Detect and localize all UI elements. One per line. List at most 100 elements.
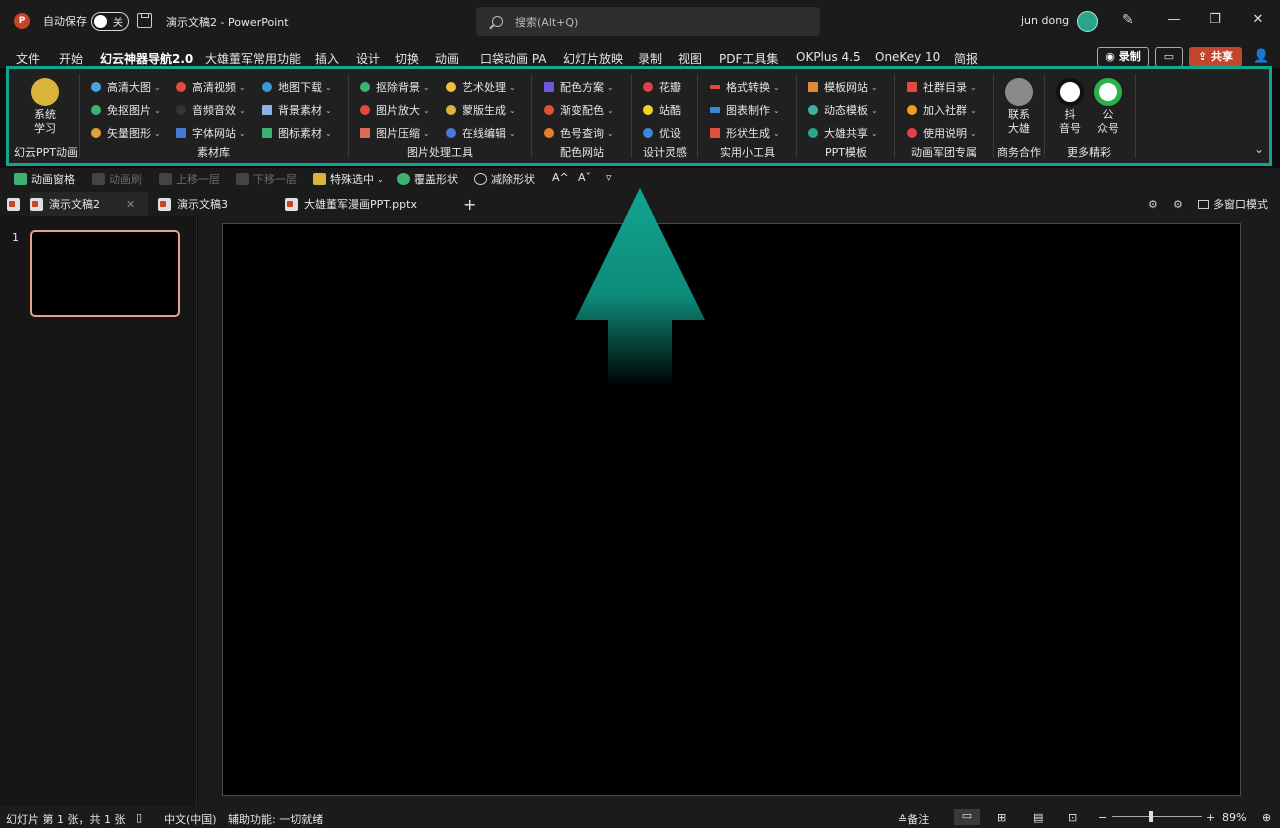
cover-shape-button[interactable]: 覆盖形状 (397, 171, 458, 187)
tab-doc2[interactable]: 演示文稿2 ✕ (30, 192, 148, 216)
chart-make-button[interactable]: 图表制作 ⌄ (710, 102, 780, 118)
save-icon[interactable] (137, 13, 152, 28)
translate-icon[interactable]: ⚙ (1148, 192, 1158, 216)
color-query-button[interactable]: 色号查询 ⌄ (544, 125, 614, 141)
menu-huanyun[interactable]: 幻云神器导航2.0 (100, 50, 193, 67)
menu-view[interactable]: 视图 (678, 50, 702, 67)
menu-insert[interactable]: 插入 (315, 50, 339, 67)
gradient-button[interactable]: 渐变配色 ⌄ (544, 102, 614, 118)
qat-more-button[interactable]: ▿ (606, 171, 612, 184)
normal-view-icon[interactable]: ▭ (954, 809, 980, 825)
slide-sorter-icon[interactable]: ⊞ (997, 811, 1006, 824)
slide-thumbnail[interactable] (30, 230, 180, 317)
menu-record[interactable]: 录制 (638, 50, 662, 67)
tab-close-icon[interactable]: ✕ (126, 198, 135, 211)
animation-painter-button[interactable]: 动画刷 (92, 171, 142, 187)
zoom-out-button[interactable]: − (1098, 811, 1107, 824)
menu-home[interactable]: 开始 (59, 50, 83, 67)
minimize-icon[interactable]: — (1166, 12, 1182, 28)
daxiong-share-button[interactable]: 大雄共享 ⌄ (808, 125, 878, 141)
icon-assets-button[interactable]: 图标素材 ⌄ (262, 125, 332, 141)
share-button[interactable]: ⇪ 共享 (1189, 47, 1242, 67)
fit-to-window-icon[interactable]: ⊕ (1262, 811, 1271, 824)
slide-canvas[interactable] (222, 223, 1241, 796)
person-icon[interactable]: 👤 (1253, 49, 1269, 64)
usage-guide-button[interactable]: 使用说明 ⌄ (907, 125, 977, 141)
tab-list-icon[interactable] (7, 192, 26, 216)
accessibility-status[interactable]: 辅助功能: 一切就绪 (228, 811, 323, 827)
notes-button[interactable]: ≙备注 (898, 811, 929, 827)
reading-view-icon[interactable]: ▤ (1033, 811, 1043, 824)
format-convert-button[interactable]: 格式转换 ⌄ (710, 79, 780, 95)
wechat-official-button[interactable]: 公 众号 (1094, 78, 1122, 136)
color-scheme-button[interactable]: 配色方案 ⌄ (544, 79, 614, 95)
dynamic-template-button[interactable]: 动态模板 ⌄ (808, 102, 878, 118)
add-tab-button[interactable]: + (463, 192, 476, 216)
uisdc-button[interactable]: 优设 (643, 125, 681, 141)
multi-window-button[interactable]: 多窗口模式 (1198, 192, 1268, 216)
shape-gen-button[interactable]: 形状生成 ⌄ (710, 125, 780, 141)
online-edit-button[interactable]: 在线编辑 ⌄ (446, 125, 516, 141)
system-learn-button[interactable]: 系统 学习 (28, 78, 62, 136)
menu-brief[interactable]: 简报 (954, 50, 978, 67)
upscale-button[interactable]: 图片放大 ⌄ (360, 102, 430, 118)
menu-animations[interactable]: 动画 (435, 50, 459, 67)
usage-guide-label: 使用说明 (923, 127, 967, 140)
user-avatar[interactable] (1077, 11, 1098, 32)
menu-slideshow[interactable]: 幻灯片放映 (563, 50, 623, 67)
hd-images-button[interactable]: 高清大图 ⌄ (91, 79, 161, 95)
contact-daxiong-button[interactable]: 联系 大雄 (1003, 78, 1035, 136)
zoom-level[interactable]: 89% (1222, 811, 1246, 824)
zoom-slider-thumb[interactable] (1149, 811, 1153, 822)
comment-icon[interactable]: ▭ (1155, 47, 1183, 67)
menu-file[interactable]: 文件 (16, 50, 40, 67)
map-download-button[interactable]: 地图下载 ⌄ (262, 79, 332, 95)
join-community-button[interactable]: 加入社群 ⌄ (907, 102, 977, 118)
cutout-images-button[interactable]: 免抠图片 ⌄ (91, 102, 161, 118)
slideshow-icon[interactable]: ⊡ (1068, 811, 1077, 824)
special-select-button[interactable]: 特殊选中 ⌄ (313, 171, 384, 187)
tab-doc3[interactable]: 演示文稿3 (158, 192, 228, 216)
bring-forward-button[interactable]: 上移一层 (159, 171, 220, 187)
mask-gen-button[interactable]: 蒙版生成 ⌄ (446, 102, 516, 118)
art-process-button[interactable]: 艺术处理 ⌄ (446, 79, 516, 95)
restore-icon[interactable]: ❐ (1207, 12, 1223, 28)
settings-icon[interactable]: ⚙ (1173, 192, 1183, 216)
menu-daxiong[interactable]: 大雄董军常用功能 (205, 50, 301, 67)
menu-pocket-animation[interactable]: 口袋动画 PA (480, 50, 547, 67)
background-assets-button[interactable]: 背景素材 ⌄ (262, 102, 332, 118)
remove-bg-button[interactable]: 抠除背景 ⌄ (360, 79, 430, 95)
close-icon[interactable]: ✕ (1250, 12, 1266, 28)
zoom-in-button[interactable]: + (1206, 811, 1215, 824)
vector-graphics-button[interactable]: 矢量图形 ⌄ (91, 125, 161, 141)
template-sites-button[interactable]: 模板网站 ⌄ (808, 79, 878, 95)
font-sites-button[interactable]: 字体网站 ⌄ (176, 125, 246, 141)
audio-button[interactable]: 音频音效 ⌄ (176, 102, 246, 118)
community-list-button[interactable]: 社群目录 ⌄ (907, 79, 977, 95)
font-decrease-button[interactable]: Aˇ (578, 171, 591, 184)
huaban-button[interactable]: 花瓣 (643, 79, 681, 95)
compress-button[interactable]: 图片压缩 ⌄ (360, 125, 430, 141)
zoom-slider-track[interactable] (1112, 816, 1202, 817)
notes-book-icon[interactable]: ▯ (136, 811, 142, 824)
hd-video-button[interactable]: 高清视频 ⌄ (176, 79, 246, 95)
ribbon-expand-icon[interactable]: ⌄ (1254, 142, 1264, 156)
record-button[interactable]: ◉ 录制 (1097, 47, 1149, 67)
menu-onekey[interactable]: OneKey 10 (875, 50, 940, 64)
designer-pen-icon[interactable]: ✎ (1122, 12, 1138, 28)
search-input[interactable]: 搜索(Alt+Q) (476, 7, 820, 36)
animation-pane-button[interactable]: 动画窗格 (14, 171, 75, 187)
menu-transitions[interactable]: 切换 (395, 50, 419, 67)
user-name[interactable]: jun dong (1021, 14, 1069, 27)
font-increase-button[interactable]: A^ (552, 171, 569, 184)
douyin-button[interactable]: 抖 音号 (1056, 78, 1084, 136)
zcool-button[interactable]: 站酷 (643, 102, 681, 118)
menu-design[interactable]: 设计 (356, 50, 380, 67)
tab-daxiong-comic[interactable]: 大雄董军漫画PPT.pptx (285, 192, 417, 216)
send-backward-button[interactable]: 下移一层 (236, 171, 297, 187)
language-status[interactable]: 中文(中国) (164, 811, 217, 827)
subtract-shape-button[interactable]: 减除形状 (474, 171, 535, 187)
menu-okplus[interactable]: OKPlus 4.5 (796, 50, 861, 64)
autosave-toggle[interactable]: 关 (91, 12, 129, 31)
menu-pdf-tools[interactable]: PDF工具集 (719, 50, 778, 67)
